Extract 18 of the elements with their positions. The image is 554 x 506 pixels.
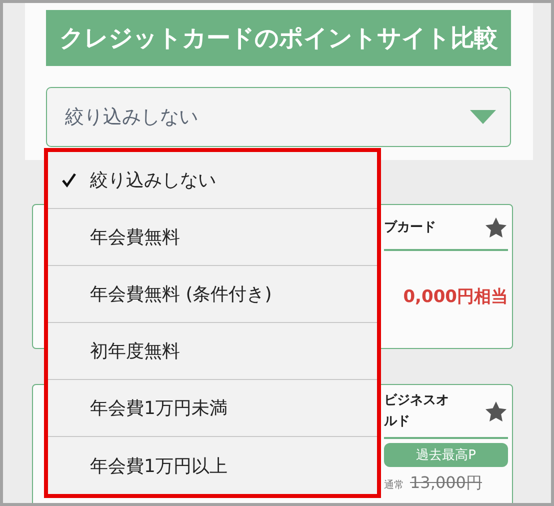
regular-price: 13,000円 <box>410 472 482 494</box>
page-title: クレジットカードのポイントサイト比較 <box>46 10 511 66</box>
menu-item[interactable]: 年会費無料 <box>48 209 377 266</box>
star-icon[interactable] <box>484 400 508 424</box>
menu-item[interactable]: 年会費無料 (条件付き) <box>48 266 377 323</box>
card-title: ビジネスオ <box>384 392 449 410</box>
card-title: ルド <box>384 412 411 431</box>
star-icon[interactable] <box>484 216 508 240</box>
menu-item[interactable]: 絞り込みしない <box>48 152 377 209</box>
menu-item[interactable]: 年会費1万円未満 <box>48 380 377 437</box>
point-value: 0,000円相当 <box>402 286 508 308</box>
menu-item[interactable]: 年会費1万円以上 <box>48 437 377 494</box>
card-title: ブカード <box>384 218 436 237</box>
dropdown-caret-icon <box>470 110 496 124</box>
record-badge: 過去最高P <box>384 442 508 467</box>
filter-select[interactable]: 絞り込みしない <box>46 87 511 147</box>
menu-item[interactable]: 初年度無料 <box>48 323 377 380</box>
regular-label: 通常 <box>384 478 404 492</box>
